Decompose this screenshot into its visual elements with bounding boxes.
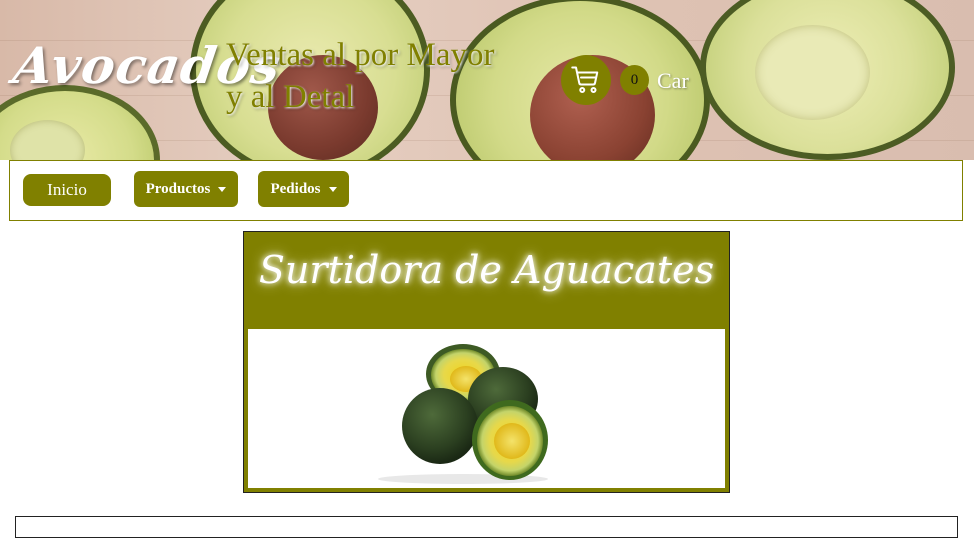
cart-count-badge: 0 bbox=[620, 65, 649, 95]
main-navbar: Inicio Productos Pedidos bbox=[9, 160, 963, 221]
tagline-line-1: Ventas al por Mayor bbox=[226, 37, 495, 73]
caret-down-icon bbox=[328, 186, 337, 192]
caret-down-icon bbox=[218, 186, 227, 192]
nav-productos-dropdown[interactable]: Productos bbox=[134, 171, 238, 207]
nav-productos-label: Productos bbox=[145, 180, 211, 197]
tagline-line-2: y al Detal bbox=[226, 79, 355, 115]
avocado-image bbox=[700, 0, 955, 160]
shopping-cart-icon bbox=[571, 66, 599, 93]
nav-inicio-label: Inicio bbox=[47, 180, 87, 199]
avocado-image bbox=[0, 85, 160, 160]
cart-button[interactable] bbox=[561, 55, 611, 105]
hero-title: Surtidora de Aguacates bbox=[258, 248, 715, 292]
content-section bbox=[15, 516, 958, 538]
nav-pedidos-label: Pedidos bbox=[270, 180, 321, 197]
header-banner: Avocados Ventas al por Mayor y al Detal … bbox=[0, 0, 974, 160]
hero-card: Surtidora de Aguacates bbox=[243, 231, 730, 493]
avocado-cluster-illustration bbox=[378, 344, 548, 484]
nav-pedidos-dropdown[interactable]: Pedidos bbox=[258, 171, 349, 207]
cart-label[interactable]: Car bbox=[657, 68, 689, 94]
nav-inicio-button[interactable]: Inicio bbox=[23, 174, 111, 206]
tagline: Ventas al por Mayor y al Detal bbox=[226, 34, 546, 118]
hero-avocado-image bbox=[248, 329, 725, 488]
